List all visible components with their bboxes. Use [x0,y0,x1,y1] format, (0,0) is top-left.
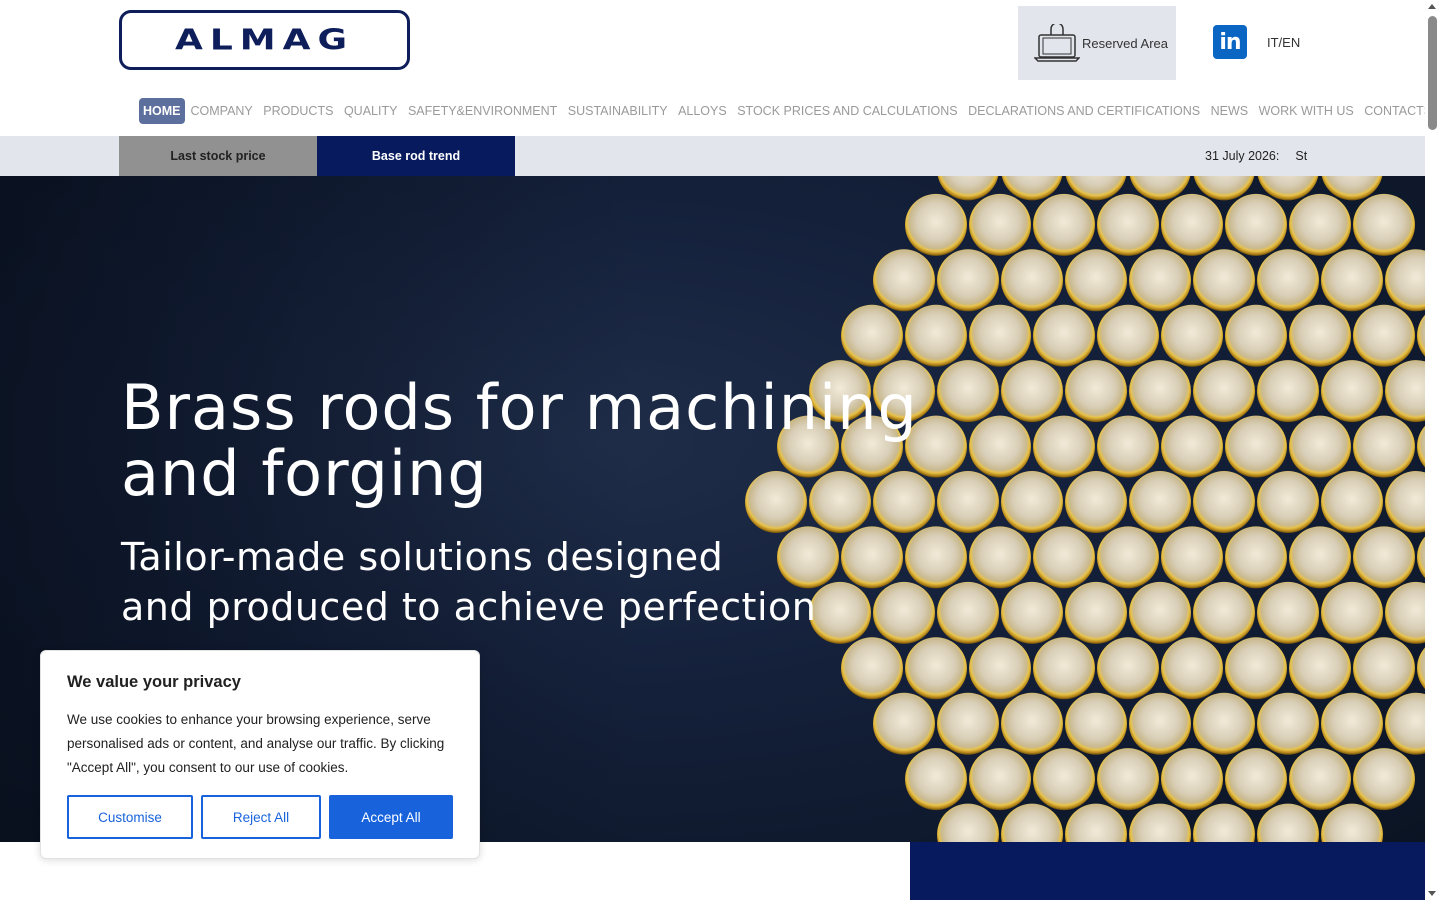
cookie-consent-dialog: We value your privacy We use cookies to … [40,650,480,859]
base-rod-trend-tab[interactable]: Base rod trend [317,136,515,176]
cookie-text: We use cookies to enhance your browsing … [67,712,445,775]
hero-subtitle: Tailor-made solutions designed and produ… [121,532,921,632]
language-switch[interactable]: IT/EN [1267,35,1300,50]
scroll-up-arrow-icon[interactable] [1428,4,1436,9]
nav-stock-prices[interactable]: STOCK PRICES AND CALCULATIONS [737,97,957,125]
hero-subtitle-line1: Tailor-made solutions designed [121,535,724,579]
hero-title: Brass rods for machining and forging [121,375,981,507]
reject-all-button[interactable]: Reject All [201,795,321,839]
blue-section-block [910,842,1425,900]
almag-logo[interactable]: ALMAG [119,10,410,70]
reserved-area-button[interactable]: Reserved Area [1018,6,1176,80]
nav-news[interactable]: NEWS [1211,97,1249,125]
hero-title-line1: Brass rods for machining [121,371,918,444]
nav-contacts[interactable]: CONTACTS [1364,97,1432,125]
last-stock-price-tab[interactable]: Last stock price [119,136,317,176]
nav-work-with-us[interactable]: WORK WITH US [1259,97,1354,125]
stock-bar: Last stock price Base rod trend 31 July … [0,136,1425,176]
accept-all-button[interactable]: Accept All [329,795,453,839]
main-nav: HOME COMPANY PRODUCTS QUALITY SAFETY&ENV… [139,97,1440,125]
nav-home[interactable]: HOME [139,98,185,124]
scroll-thumb[interactable] [1428,16,1437,130]
nav-company[interactable]: COMPANY [191,97,253,125]
ticker-text: Sto [1295,149,1307,163]
hero-subtitle-line2: and produced to achieve perfection [121,585,817,629]
stock-ticker: 31 July 2026: Sto [1205,136,1307,176]
nav-alloys[interactable]: ALLOYS [678,97,727,125]
nav-declarations[interactable]: DECLARATIONS AND CERTIFICATIONS [968,97,1200,125]
reserved-area-label: Reserved Area [1082,35,1168,51]
nav-quality[interactable]: QUALITY [344,97,398,125]
nav-products[interactable]: PRODUCTS [263,97,333,125]
ticker-date: 31 July 2026: [1205,149,1280,163]
hero-title-line2: and forging [121,437,488,510]
nav-safety-environment[interactable]: SAFETY&ENVIRONMENT [408,97,557,125]
linkedin-icon[interactable]: in [1213,25,1247,59]
cookie-title: We value your privacy [67,673,241,691]
nav-sustainability[interactable]: SUSTAINABILITY [568,97,668,125]
scroll-down-arrow-icon[interactable] [1428,891,1436,896]
page-scrollbar[interactable] [1425,0,1440,900]
laptop-lock-icon [1034,24,1080,62]
logo-text: ALMAG [174,23,355,57]
customise-button[interactable]: Customise [67,795,193,839]
